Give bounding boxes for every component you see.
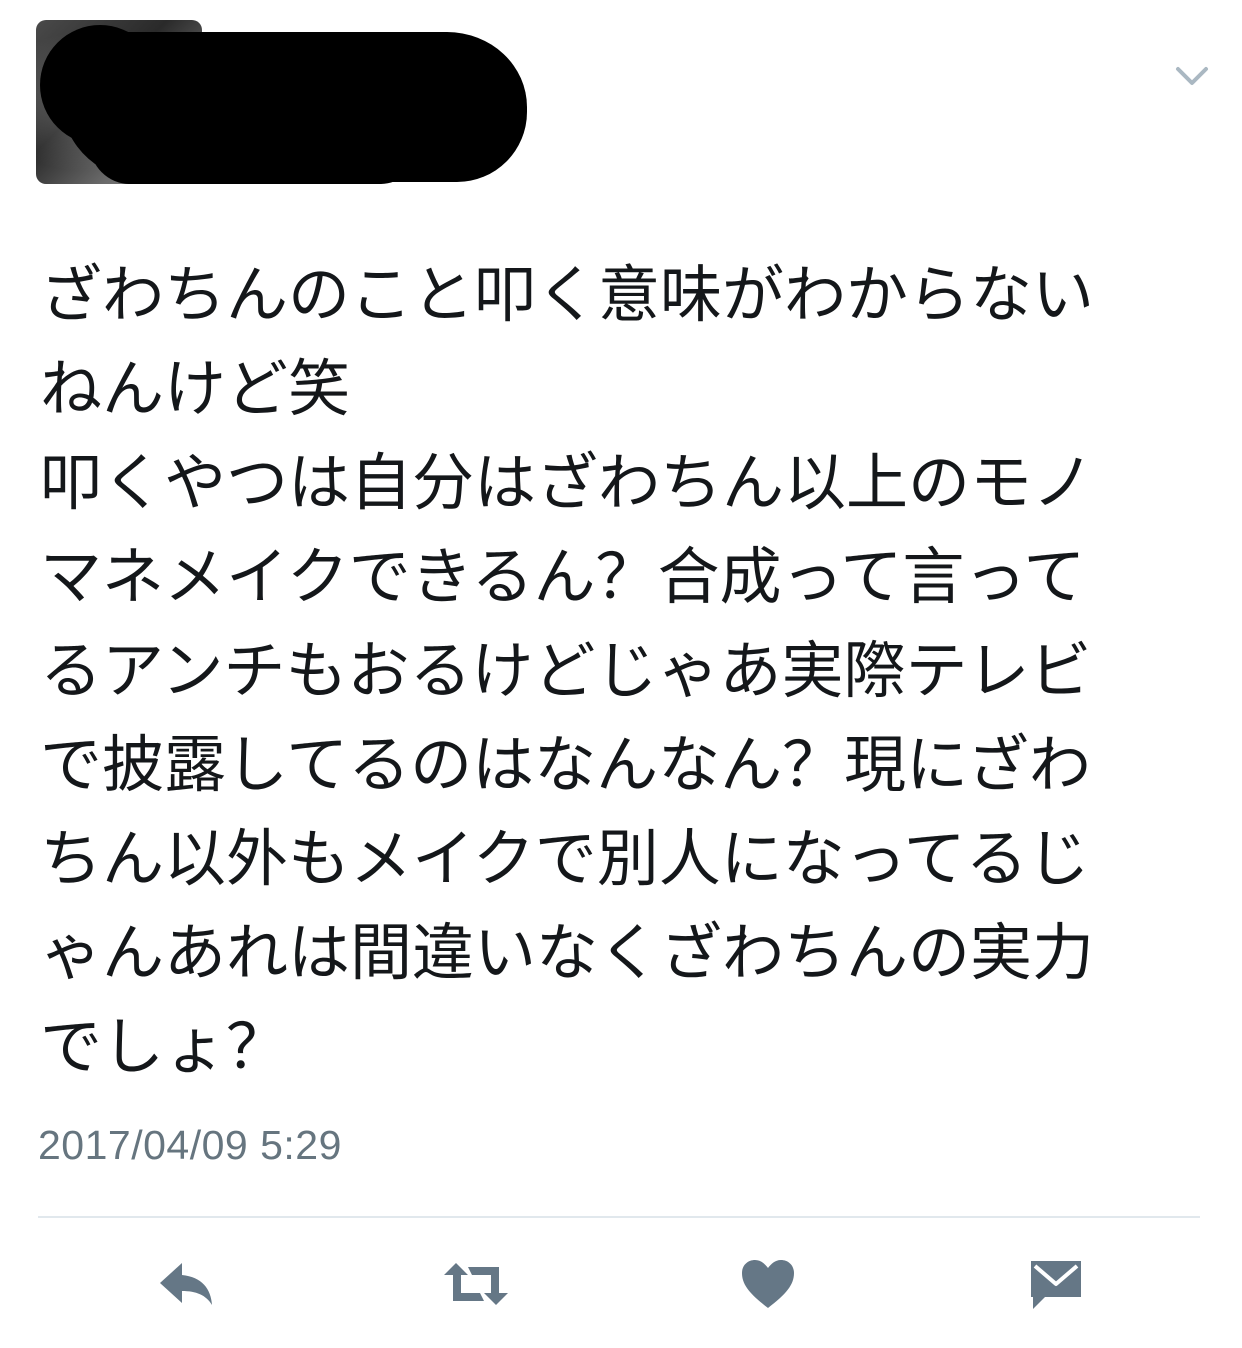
reply-icon[interactable] [154,1252,218,1316]
tweet-text: ざわちんのこと叩く意味がわからない ねんけど笑 叩くやつは自分はざわちん以上のモ… [40,258,1095,1083]
chevron-down-icon[interactable] [1172,56,1212,96]
heart-icon[interactable] [736,1252,800,1316]
tweet-detail: ざわちんのこと叩く意味がわからない ねんけど笑 叩くやつは自分はざわちん以上のモ… [0,0,1242,1348]
tweet-timestamp[interactable]: 2017/04/09 5:29 [38,1122,342,1169]
retweet-icon[interactable] [440,1252,512,1316]
envelope-icon[interactable] [1024,1252,1088,1316]
divider [38,1216,1200,1218]
